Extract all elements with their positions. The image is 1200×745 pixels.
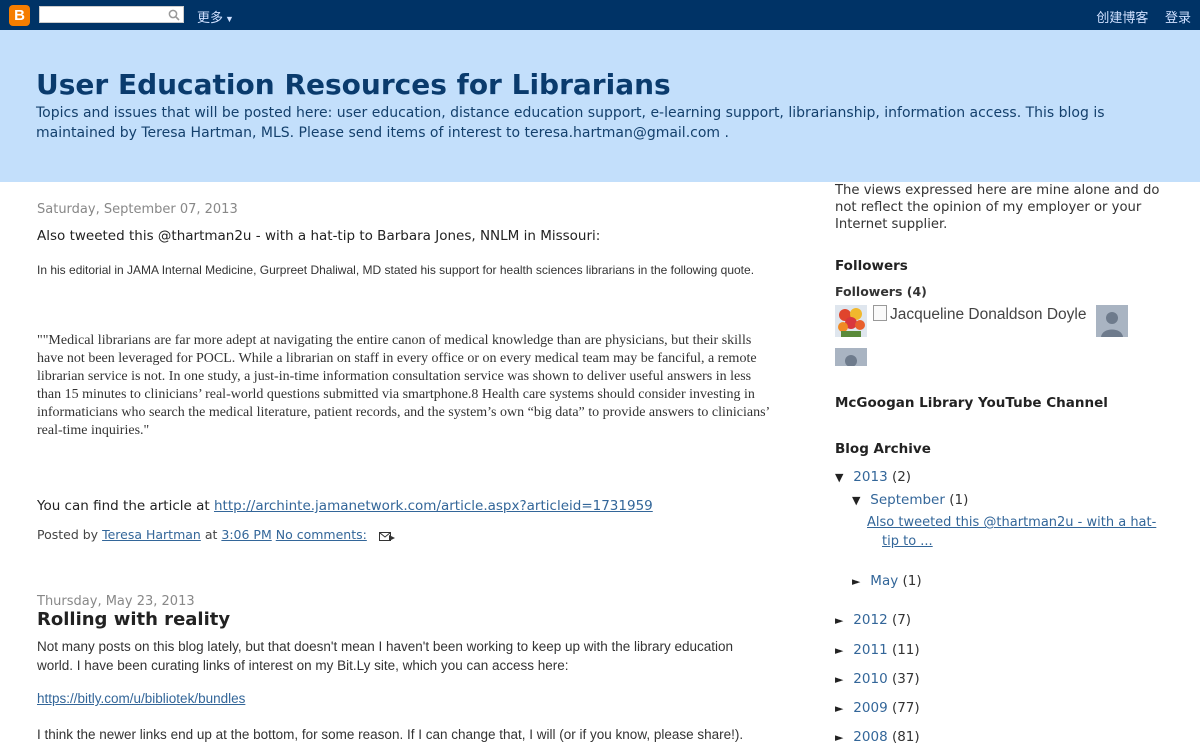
post-footer: Posted by Teresa Hartman at 3:06 PM No c… xyxy=(37,527,395,542)
archive-post: Also tweeted this @thartman2u - with a h… xyxy=(867,513,1157,551)
archive-count: (7) xyxy=(891,612,912,628)
follower-avatar-default[interactable] xyxy=(1096,305,1128,337)
post-find-article: You can find the article at http://archi… xyxy=(37,498,653,514)
archive-month-link[interactable]: September xyxy=(870,492,945,508)
collapsed-triangle-icon[interactable]: ► xyxy=(835,673,849,686)
disclaimer-text: The views expressed here are mine alone … xyxy=(835,183,1160,232)
archive-year-link[interactable]: 2011 xyxy=(853,642,887,658)
blog-header: User Education Resources for Librarians … xyxy=(0,30,1200,182)
comments-link[interactable]: No comments: xyxy=(276,527,367,542)
logo-letter: B xyxy=(14,7,25,24)
blog-title[interactable]: User Education Resources for Librarians xyxy=(36,68,671,101)
archive-year-2011[interactable]: ► 2011 (11) xyxy=(835,642,920,658)
post-quote: ""Medical librarians are far more adept … xyxy=(37,333,770,438)
youtube-channel-heading: McGoogan Library YouTube Channel xyxy=(835,395,1108,411)
login-link[interactable]: 登录 xyxy=(1165,10,1191,25)
archive-year-link[interactable]: 2013 xyxy=(853,469,887,485)
archive-count: (1) xyxy=(949,492,969,508)
post-title[interactable]: Rolling with reality xyxy=(37,609,230,630)
search-input[interactable] xyxy=(40,11,165,27)
archive-year-link[interactable]: 2008 xyxy=(853,729,887,745)
expanded-triangle-icon[interactable]: ▼ xyxy=(852,494,866,507)
bitly-link[interactable]: https://bitly.com/u/bibliotek/bundles xyxy=(37,689,245,708)
collapsed-triangle-icon[interactable]: ► xyxy=(835,702,849,715)
collapsed-triangle-icon[interactable]: ► xyxy=(835,644,849,657)
archive-year-link[interactable]: 2012 xyxy=(853,612,887,628)
create-blog-link[interactable]: 创建博客 xyxy=(1096,10,1148,25)
article-link[interactable]: http://archinte.jamanetwork.com/article.… xyxy=(214,498,653,514)
nav-right-links: 创建博客 登录 xyxy=(1083,7,1191,26)
post-editorial: In his editorial in JAMA Internal Medici… xyxy=(37,263,755,277)
find-prefix: You can find the article at xyxy=(37,498,210,514)
follower-avatar-flowers[interactable] xyxy=(835,305,867,337)
followers-count: Followers (4) xyxy=(835,284,927,299)
at-label: at xyxy=(204,527,218,542)
archive-count: (77) xyxy=(891,700,920,716)
posted-by-label: Posted by xyxy=(37,527,99,542)
broken-image-icon xyxy=(873,305,887,321)
follower-name: Jacqueline Donaldson Doyle xyxy=(890,306,1087,323)
more-menu-button[interactable]: 更多 ▼ xyxy=(197,7,234,26)
archive-count: (81) xyxy=(891,729,920,745)
archive-year-link[interactable]: 2010 xyxy=(853,671,887,687)
archive-count: (1) xyxy=(902,573,922,589)
post-date-header: Saturday, September 07, 2013 xyxy=(37,202,238,217)
blog-description: Topics and issues that will be posted he… xyxy=(36,105,1105,141)
archive-post-link[interactable]: Also tweeted this @thartman2u - with a h… xyxy=(867,513,1157,551)
followers-heading: Followers xyxy=(835,258,908,274)
archive-month-september[interactable]: ▼ September (1) xyxy=(852,492,968,508)
more-label: 更多 xyxy=(197,10,224,25)
archive-year-2012[interactable]: ► 2012 (7) xyxy=(835,612,911,628)
follower-avatar-default[interactable] xyxy=(835,348,867,366)
expanded-triangle-icon[interactable]: ▼ xyxy=(835,471,849,484)
chevron-down-icon: ▼ xyxy=(225,14,234,24)
author-link[interactable]: Teresa Hartman xyxy=(102,527,201,542)
blogger-logo-icon[interactable]: B xyxy=(9,5,30,26)
follower-broken-image[interactable]: Jacqueline Donaldson Doyle xyxy=(873,305,1086,324)
archive-count: (2) xyxy=(891,469,912,485)
archive-year-2008[interactable]: ► 2008 (81) xyxy=(835,729,920,745)
post-date-header: Thursday, May 23, 2013 xyxy=(37,594,195,609)
post-paragraph: I think the newer links end up at the bo… xyxy=(37,727,744,742)
archive-year-link[interactable]: 2009 xyxy=(853,700,887,716)
archive-year-2013[interactable]: ▼ 2013 (2) xyxy=(835,469,911,485)
archive-month-may[interactable]: ► May (1) xyxy=(852,573,922,589)
archive-year-2010[interactable]: ► 2010 (37) xyxy=(835,671,920,687)
post-paragraph: Not many posts on this blog lately, but … xyxy=(37,639,734,673)
blog-archive-heading: Blog Archive xyxy=(835,441,931,457)
archive-year-2009[interactable]: ► 2009 (77) xyxy=(835,700,920,716)
collapsed-triangle-icon[interactable]: ► xyxy=(835,731,849,744)
archive-month-link[interactable]: May xyxy=(870,573,898,589)
collapsed-triangle-icon[interactable]: ► xyxy=(852,575,866,588)
search-box[interactable] xyxy=(39,6,184,27)
collapsed-triangle-icon[interactable]: ► xyxy=(835,614,849,627)
search-icon[interactable] xyxy=(168,9,180,21)
post-intro: Also tweeted this @thartman2u - with a h… xyxy=(37,228,601,244)
email-post-icon[interactable] xyxy=(378,530,395,542)
archive-count: (37) xyxy=(891,671,920,687)
archive-count: (11) xyxy=(891,642,920,658)
top-navbar: B 更多 ▼ 创建博客 登录 xyxy=(0,0,1200,30)
post-time-link[interactable]: 3:06 PM xyxy=(221,527,271,542)
